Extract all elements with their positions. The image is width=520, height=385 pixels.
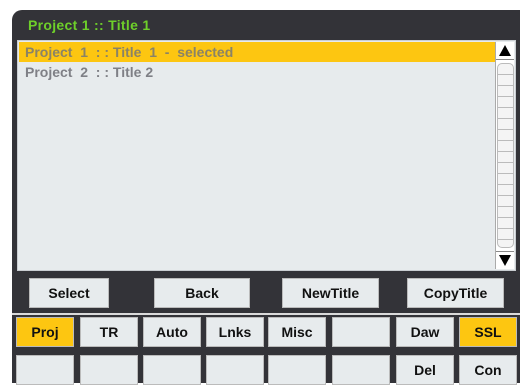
tab-auto[interactable]: Auto [143, 317, 201, 347]
tab-proj[interactable]: Proj [16, 317, 74, 347]
tab-tr[interactable]: TR [80, 317, 138, 347]
confirm-button[interactable]: Con [459, 355, 517, 385]
soft-key-4[interactable] [206, 355, 264, 385]
scroll-down-button[interactable] [496, 251, 514, 269]
soft-key-2[interactable] [80, 355, 138, 385]
select-button[interactable]: Select [29, 278, 109, 308]
page-title: Project 1 :: Title 1 [28, 17, 151, 33]
new-title-button[interactable]: NewTitle [282, 278, 379, 308]
title-list: Project 1 : : Title 1 - selected Project… [17, 40, 516, 271]
back-button[interactable]: Back [154, 278, 250, 308]
tab-ssl[interactable]: SSL [459, 317, 517, 347]
divider [12, 313, 520, 315]
soft-key-5[interactable] [268, 355, 326, 385]
tab-misc[interactable]: Misc [268, 317, 326, 347]
scrollbar[interactable] [495, 42, 514, 269]
app-frame: Project 1 :: Title 1 Project 1 : : Title… [12, 10, 520, 385]
copy-title-button[interactable]: CopyTitle [407, 278, 504, 308]
list-item[interactable]: Project 2 : : Title 2 [19, 62, 495, 82]
arrow-down-icon [499, 255, 511, 266]
soft-key-6[interactable] [332, 355, 390, 385]
action-row: Select Back NewTitle CopyTitle [12, 278, 520, 314]
soft-key-3[interactable] [143, 355, 201, 385]
arrow-up-icon [499, 45, 511, 56]
tab-empty[interactable] [332, 317, 390, 347]
scroll-thumb[interactable] [497, 63, 514, 248]
list-area: Project 1 : : Title 1 - selected Project… [19, 42, 495, 269]
delete-button[interactable]: Del [396, 355, 454, 385]
scroll-up-button[interactable] [496, 42, 514, 60]
soft-key-1[interactable] [16, 355, 74, 385]
tab-daw[interactable]: Daw [396, 317, 454, 347]
tab-lnks[interactable]: Lnks [206, 317, 264, 347]
list-item[interactable]: Project 1 : : Title 1 - selected [19, 42, 495, 62]
